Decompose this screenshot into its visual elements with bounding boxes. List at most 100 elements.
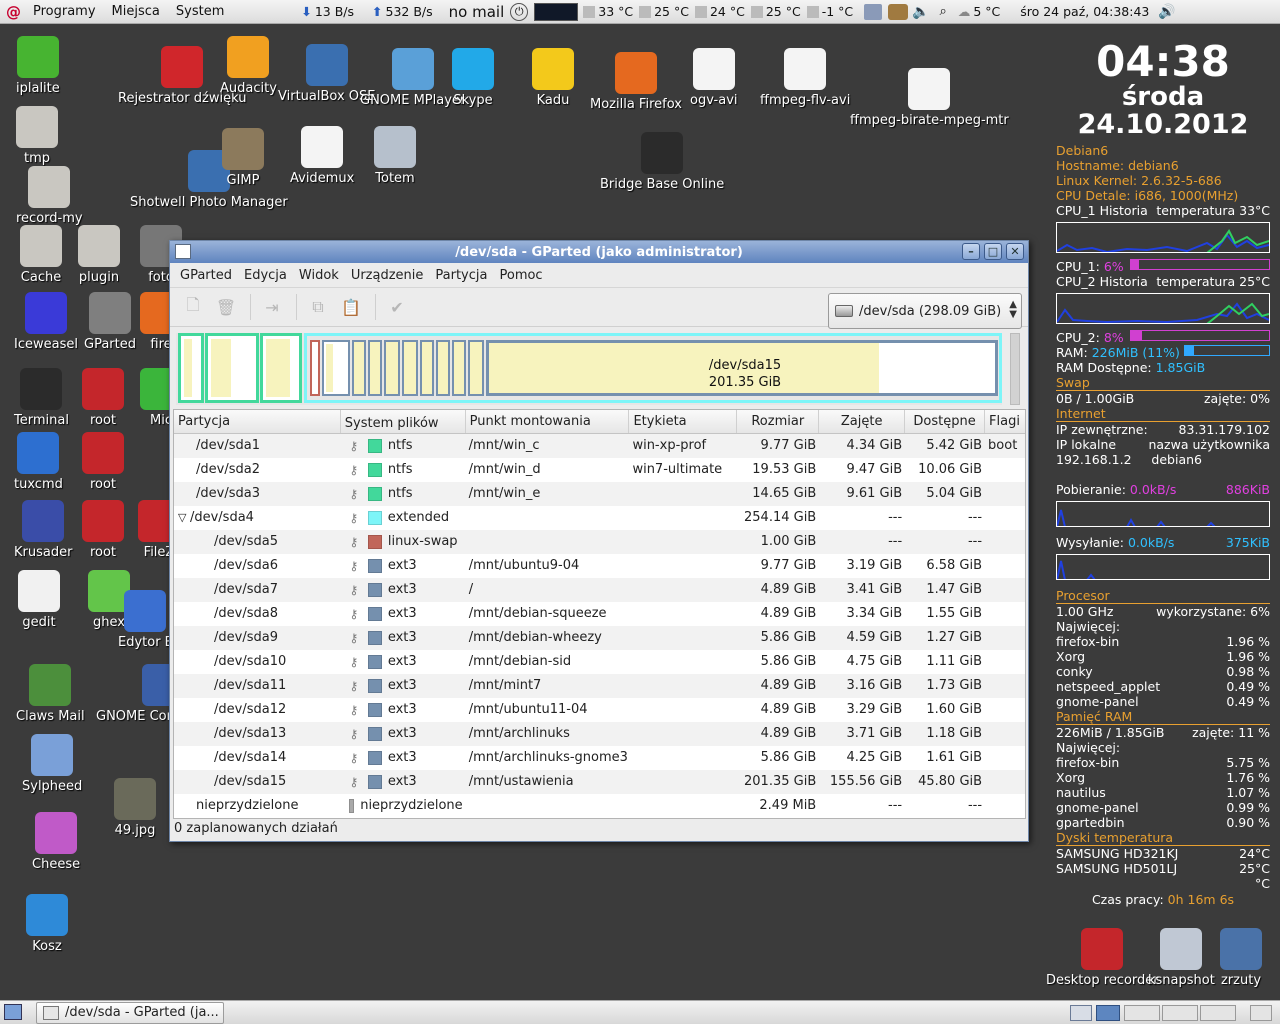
close-button[interactable]: ✕ (1006, 243, 1024, 260)
table-row[interactable]: /dev/sda8 ⚷ ext3/mnt/debian-squeeze 4.89 Gi… (174, 602, 1025, 626)
map-sda8[interactable] (368, 340, 382, 396)
volume-icon[interactable]: 🔊 (1158, 4, 1175, 20)
desktop-icon[interactable]: Kadu (532, 48, 574, 109)
temp-sensor-4[interactable]: 25 °C (748, 0, 804, 24)
menu-device[interactable]: Urządzenie (345, 268, 430, 283)
desktop-icon[interactable]: Claws Mail (16, 664, 85, 725)
table-row[interactable]: /dev/sda6 ⚷ ext3/mnt/ubuntu9-04 9.77 GiB 3.1… (174, 554, 1025, 578)
disk-map-scrollbar[interactable] (1010, 333, 1020, 405)
temp-sensor-2[interactable]: 25 °C (636, 0, 692, 24)
map-sda13[interactable] (452, 340, 466, 396)
desktop-icon[interactable]: Iceweasel (14, 292, 78, 353)
table-row[interactable]: /dev/sda3 ⚷ ntfs/mnt/win_e 14.65 GiB 9.61 Gi… (174, 482, 1025, 506)
new-partition-button[interactable]: 🗋 (178, 293, 208, 321)
desktop-icon[interactable]: Audacity (220, 36, 277, 97)
map-sda3[interactable] (260, 333, 302, 403)
table-row[interactable]: ▽ /dev/sda4 ⚷ extended 254.14 GiB --- --- (174, 506, 1025, 530)
temp-sensor-1[interactable]: 33 °C (580, 0, 636, 24)
menu-applications[interactable]: Programy (25, 0, 104, 24)
copy-button[interactable]: ⧉ (303, 293, 333, 321)
desktop-icon[interactable]: Cheese (32, 812, 80, 873)
table-row[interactable]: /dev/sda2 ⚷ ntfs/mnt/win_d win7-ultimate 19.… (174, 458, 1025, 482)
mail-applet[interactable]: no mail (446, 0, 508, 24)
desktop-icon[interactable]: ffmpeg-flv-avi (760, 48, 850, 109)
menu-view[interactable]: Widok (293, 268, 345, 283)
search-icon[interactable]: ⌕ (940, 4, 947, 19)
desktop-icon[interactable]: Avidemux (290, 126, 354, 187)
menu-gparted[interactable]: GParted (174, 268, 238, 283)
desktop-icon[interactable]: root (82, 500, 124, 561)
map-sda14[interactable] (468, 340, 484, 396)
table-row[interactable]: nieprzydzielone nieprzydzielone 2.49 MiB --… (174, 794, 1025, 818)
menu-places[interactable]: Miejsca (104, 0, 168, 24)
col-header-partition[interactable]: Partycja (174, 410, 341, 433)
table-row[interactable]: /dev/sda15 ⚷ ext3/mnt/ustawienia 201.35 GiB… (174, 770, 1025, 794)
desktop-icon[interactable]: ogv-avi (690, 48, 738, 109)
desktop-icon[interactable]: Shotwell Photo Manager (130, 150, 288, 211)
map-sda4-extended[interactable]: /dev/sda15 201.35 GiB (304, 333, 1002, 403)
map-sda7[interactable] (352, 340, 366, 396)
desktop-icon[interactable]: GNOME MPlayer (360, 48, 465, 109)
desktop-icon[interactable]: GParted (84, 292, 136, 353)
expander-icon[interactable]: ▽ (178, 511, 190, 524)
desktop-icon[interactable]: Bridge Base Online (600, 132, 724, 193)
network-icon[interactable] (864, 3, 883, 20)
window-titlebar[interactable]: /dev/sda - GParted (jako administrator) … (170, 241, 1028, 263)
keyboard-icon[interactable] (888, 3, 909, 20)
desktop-icon[interactable]: 49.jpg (114, 778, 156, 839)
desktop-icon[interactable]: Sylpheed (22, 734, 82, 795)
map-sda12[interactable] (436, 340, 450, 396)
desktop-icon[interactable]: record-my (16, 166, 83, 227)
table-row[interactable]: /dev/sda13 ⚷ ext3/mnt/archlinuks 4.89 GiB 3.… (174, 722, 1025, 746)
workspace-2[interactable] (1124, 1005, 1160, 1021)
desktop-icon[interactable]: Kosz (26, 894, 68, 955)
workspace-4[interactable] (1200, 1005, 1236, 1021)
desktop-icon[interactable]: plugin (78, 225, 120, 286)
trash-applet-icon[interactable] (1250, 1005, 1272, 1021)
col-header-filesystem[interactable]: System plików (341, 410, 466, 433)
show-desktop-icon[interactable] (4, 1004, 22, 1020)
desktop-icon[interactable]: root (82, 432, 124, 493)
table-row[interactable]: /dev/sda14 ⚷ ext3/mnt/archlinuks-gnome3 5.8… (174, 746, 1025, 770)
map-sda6[interactable] (322, 340, 350, 396)
workspace-3[interactable] (1162, 1005, 1198, 1021)
desktop-icon[interactable]: tmp (16, 106, 58, 167)
menu-partition[interactable]: Partycja (429, 268, 493, 283)
table-row[interactable]: /dev/sda1 ⚷ ntfs/mnt/win_c win-xp-prof 9.77 … (174, 434, 1025, 458)
desktop-icon[interactable]: iplalite (16, 36, 60, 97)
menu-edit[interactable]: Edycja (238, 268, 293, 283)
map-sda9[interactable] (384, 340, 400, 396)
workspace-active[interactable] (1096, 1005, 1120, 1021)
table-row[interactable]: /dev/sda5 ⚷ linux-swap 1.00 GiB --- --- (174, 530, 1025, 554)
desktop-icon[interactable]: gedit (18, 570, 60, 631)
table-row[interactable]: /dev/sda11 ⚷ ext3/mnt/mint7 4.89 GiB 3.16 Gi… (174, 674, 1025, 698)
table-row[interactable]: /dev/sda12 ⚷ ext3/mnt/ubuntu11-04 4.89 GiB 3… (174, 698, 1025, 722)
debian-logo-icon[interactable]: @ (6, 4, 22, 20)
col-header-flags[interactable]: Flagi (985, 410, 1025, 433)
col-header-used[interactable]: Zajęte (819, 410, 906, 433)
net-up-applet[interactable]: ⬆ 532 B/s (369, 0, 436, 24)
desktop-icon[interactable]: Totem (374, 126, 416, 187)
desktop-icon[interactable]: GIMP (222, 128, 264, 189)
desktop-icon[interactable]: Edytor E (118, 590, 173, 651)
resize-move-button[interactable]: ⇥ (257, 293, 287, 321)
device-selector[interactable]: /dev/sda (298.09 GiB) ▲ ▼ (828, 293, 1022, 329)
gparted-window-icon[interactable] (175, 244, 191, 259)
delete-partition-button[interactable]: 🗑 (211, 293, 241, 321)
map-sda5[interactable] (310, 340, 320, 396)
desktop-icon[interactable]: Cache (20, 225, 62, 286)
desktop-icon[interactable]: ffmpeg-birate-mpeg-mtr (850, 68, 1009, 129)
disk-map[interactable]: /dev/sda15 201.35 GiB (176, 333, 1002, 405)
clock-applet[interactable]: śro 24 paź, 04:38:43 (1017, 0, 1152, 24)
col-header-size[interactable]: Rozmiar (737, 410, 820, 433)
apply-button[interactable]: ✔ (382, 293, 412, 321)
desktop-icon[interactable]: Terminal (14, 368, 69, 429)
temp-sensor-5[interactable]: -1 °C (804, 0, 856, 24)
net-down-applet[interactable]: ⬇ 13 B/s (298, 0, 357, 24)
map-sda10[interactable] (402, 340, 418, 396)
menu-system[interactable]: System (168, 0, 232, 24)
desktop-icon[interactable]: Desktop recorder (1046, 928, 1159, 989)
weather-applet[interactable]: ☁ 5 °C (955, 0, 1003, 24)
paste-button[interactable]: 📋 (336, 293, 366, 321)
volume-icon[interactable]: 🔈 (912, 4, 929, 20)
